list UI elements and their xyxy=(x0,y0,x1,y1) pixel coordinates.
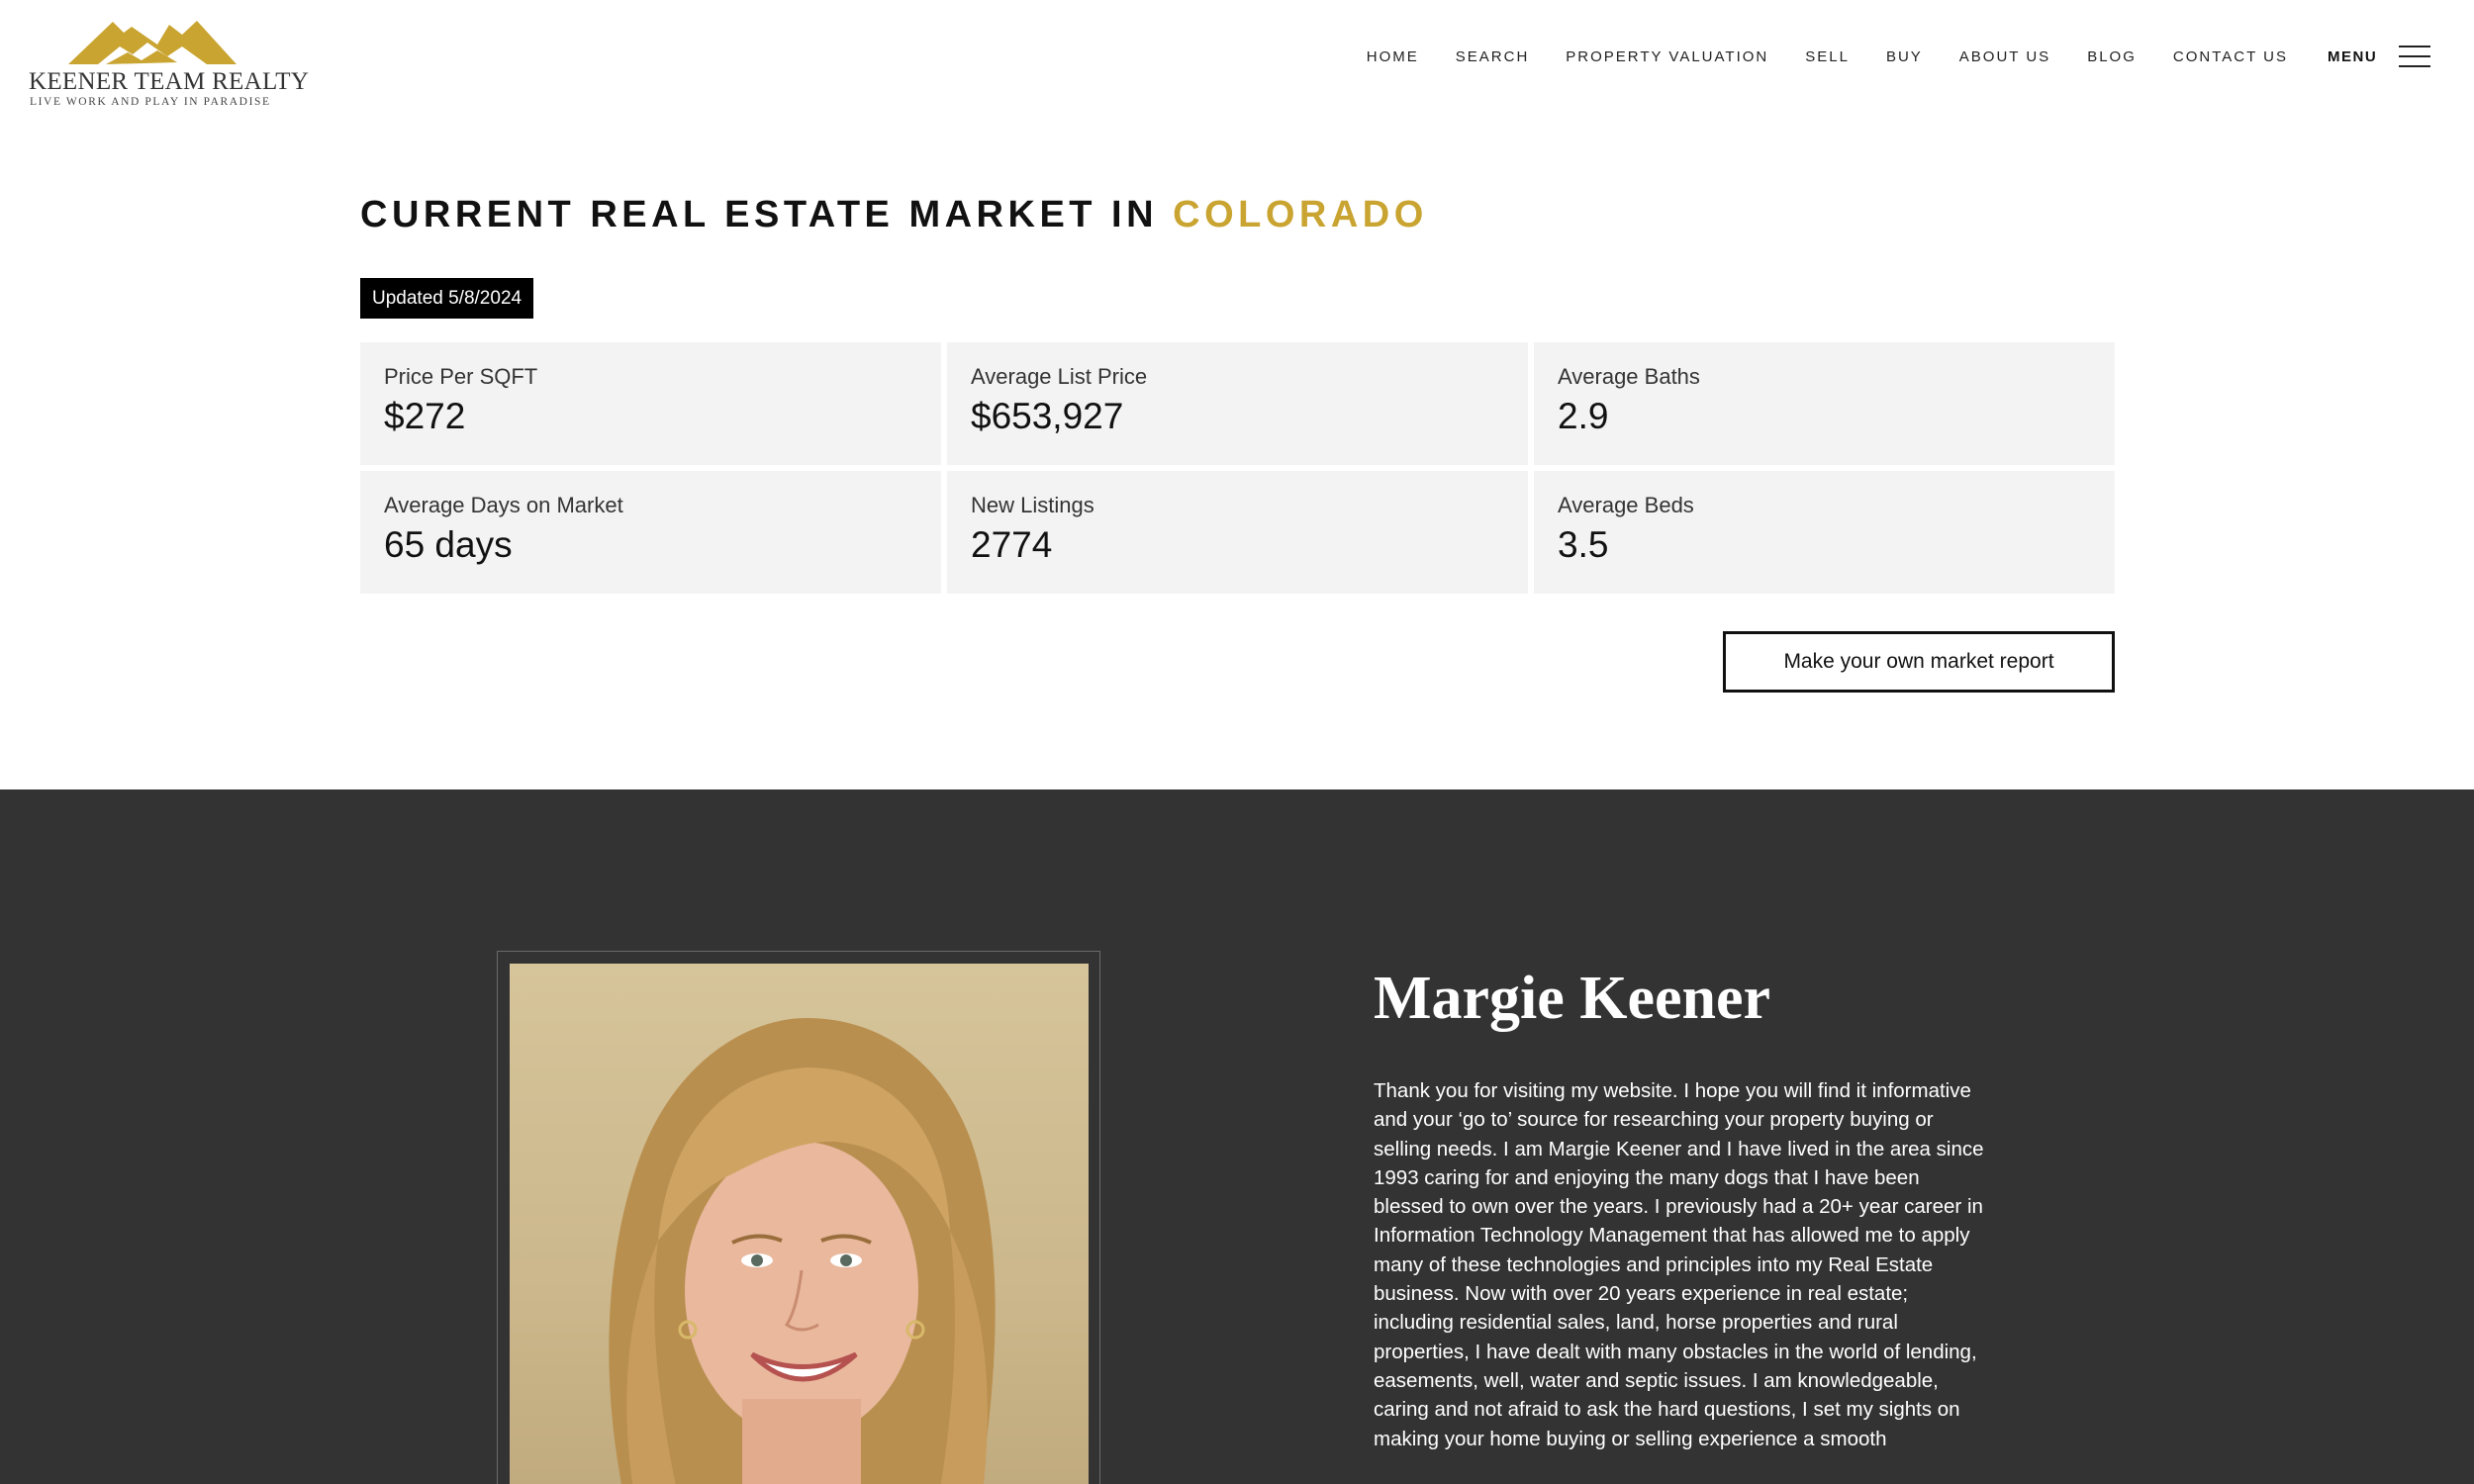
nav-home[interactable]: HOME xyxy=(1367,48,1419,65)
stat-label: Average Baths xyxy=(1558,364,1700,389)
hamburger-icon xyxy=(2399,44,2431,69)
stat-value: $272 xyxy=(384,396,466,436)
brand-logo[interactable]: KEENER TEAM REALTY LIVE WORK AND PLAY IN… xyxy=(27,17,310,116)
main-nav: HOME SEARCH PROPERTY VALUATION SELL BUY … xyxy=(1330,48,2288,65)
nav-buy[interactable]: BUY xyxy=(1886,48,1923,65)
stat-label: Average Beds xyxy=(1558,493,1694,517)
nav-about-us[interactable]: ABOUT US xyxy=(1959,48,2050,65)
stat-card-average-list-price: Average List Price $653,927 xyxy=(947,342,1528,465)
brand-tagline: LIVE WORK AND PLAY IN PARADISE xyxy=(30,96,271,108)
market-stats-grid: Price Per SQFT $272 Average List Price $… xyxy=(360,342,2115,594)
updated-badge: Updated 5/8/2024 xyxy=(360,278,534,319)
nav-sell[interactable]: SELL xyxy=(1805,48,1850,65)
stat-value: 3.5 xyxy=(1558,524,1609,565)
brand-name: KEENER TEAM REALTY xyxy=(29,68,310,95)
stat-label: Average Days on Market xyxy=(384,493,623,517)
nav-contact-us[interactable]: CONTACT US xyxy=(2173,48,2288,65)
nav-blog[interactable]: BLOG xyxy=(2087,48,2137,65)
menu-button[interactable]: MENU xyxy=(2328,44,2431,69)
stat-value: 65 days xyxy=(384,524,513,565)
market-location: COLORADO xyxy=(1173,194,1428,235)
stat-value: $653,927 xyxy=(971,396,1124,436)
stat-value: 2774 xyxy=(971,524,1053,565)
nav-property-valuation[interactable]: PROPERTY VALUATION xyxy=(1566,48,1768,65)
agent-photo-frame xyxy=(497,951,1100,1484)
agent-section: Margie Keener Thank you for visiting my … xyxy=(0,789,2474,1484)
agent-bio: Thank you for visiting my website. I hop… xyxy=(1374,1079,1984,1450)
stat-card-average-beds: Average Beds 3.5 xyxy=(1534,471,2115,594)
stat-card-average-days-on-market: Average Days on Market 65 days xyxy=(360,471,941,594)
market-report-button[interactable]: Make your own market report xyxy=(1723,631,2115,693)
site-header: KEENER TEAM REALTY LIVE WORK AND PLAY IN… xyxy=(0,0,2474,129)
stat-card-price-per-sqft: Price Per SQFT $272 xyxy=(360,342,941,465)
nav-search[interactable]: SEARCH xyxy=(1456,48,1530,65)
stat-label: Average List Price xyxy=(971,364,1148,389)
stat-label: New Listings xyxy=(971,493,1094,517)
mountain-logo-icon xyxy=(68,21,237,64)
stat-card-new-listings: New Listings 2774 xyxy=(947,471,1528,594)
stat-value: 2.9 xyxy=(1558,396,1609,436)
agent-photo xyxy=(510,964,1089,1484)
stat-card-average-baths: Average Baths 2.9 xyxy=(1534,342,2115,465)
menu-label: MENU xyxy=(2328,47,2378,65)
market-title: CURRENT REAL ESTATE MARKET IN COLORADO xyxy=(360,194,1428,236)
agent-name: Margie Keener xyxy=(1374,965,1771,1032)
stat-label: Price Per SQFT xyxy=(384,364,538,389)
market-title-prefix: CURRENT REAL ESTATE MARKET IN xyxy=(360,194,1159,235)
